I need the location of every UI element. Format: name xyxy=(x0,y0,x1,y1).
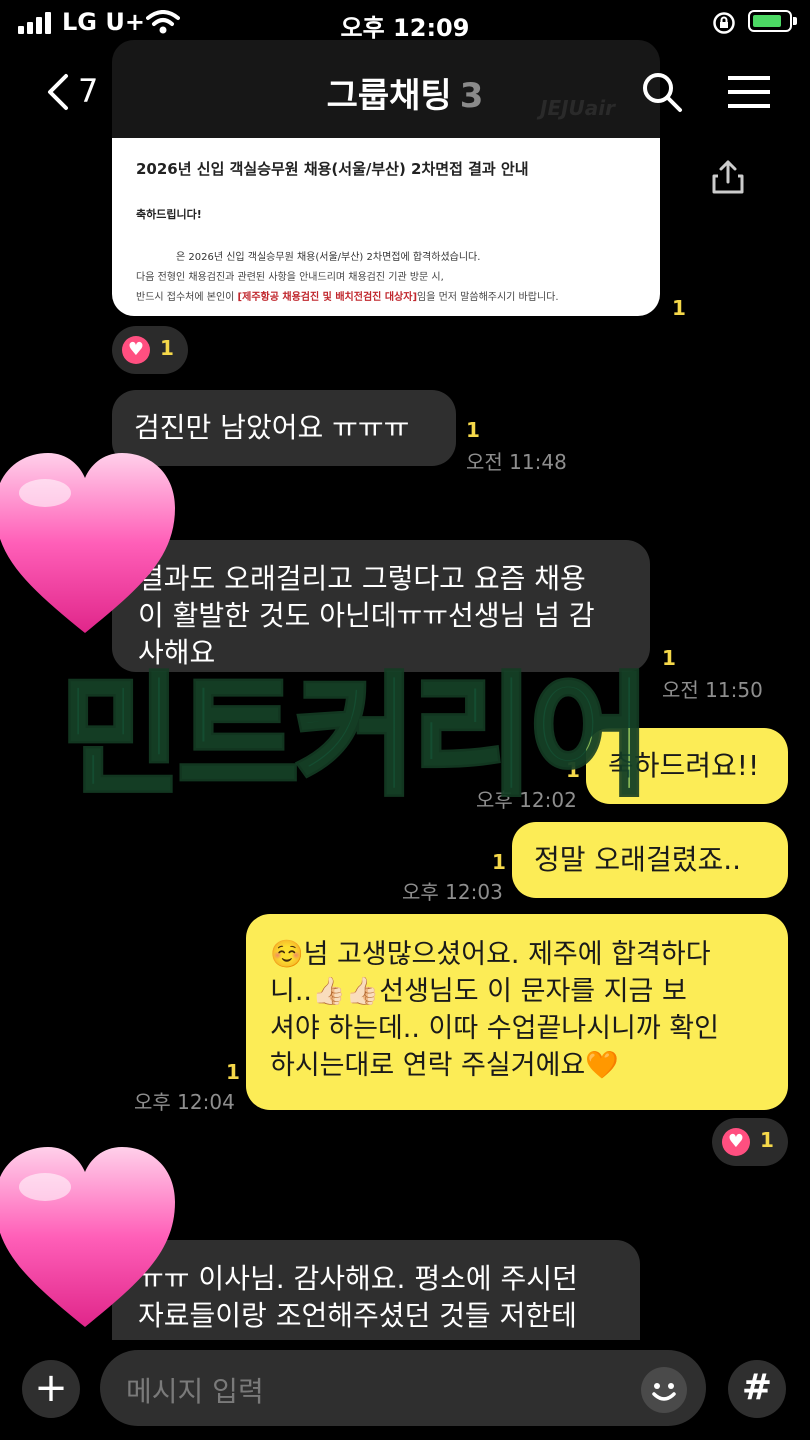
message-time: 오전 11:48 xyxy=(466,450,567,474)
unread-count: 1 xyxy=(492,850,506,874)
pink-heart-sticker-icon xyxy=(0,453,175,633)
message-input-placeholder: 메시지 입력 xyxy=(126,1375,264,1408)
heart-icon: ♥ xyxy=(122,336,150,364)
clock: 오후 12:09 xyxy=(340,14,470,42)
search-icon[interactable] xyxy=(640,70,684,114)
unread-count: 1 xyxy=(662,646,676,670)
member-count: 3 xyxy=(459,76,484,116)
plus-icon[interactable]: + xyxy=(22,1360,80,1418)
heart-icon: ♥ xyxy=(722,1128,750,1156)
share-icon[interactable] xyxy=(708,158,748,198)
message-input[interactable]: 메시지 입력 xyxy=(100,1350,706,1426)
outgoing-message[interactable]: ☺️넘 고생많으셨어요. 제주에 합격하다 니..👍🏻👍🏻선생님도 이 문자를 … xyxy=(246,914,788,1110)
message-time: 오후 12:03 xyxy=(402,880,503,904)
pink-heart-sticker-icon xyxy=(0,1147,175,1327)
hashtag-icon[interactable]: # xyxy=(728,1360,786,1418)
shared-image[interactable]: 2026년 신입 객실승무원 채용(서울/부산) 2차면접 결과 안내 축하드립… xyxy=(112,138,660,316)
reaction-count: 1 xyxy=(160,336,174,360)
unread-count: 1 xyxy=(226,1060,240,1084)
outgoing-message[interactable]: 정말 오래걸렸죠.. xyxy=(512,822,788,898)
emoji-icon[interactable] xyxy=(640,1366,688,1414)
doc-line: 반드시 접수처에 본인이 [제주항공 채용검진 및 배치전검진 대상자]임을 먼… xyxy=(136,292,559,303)
unread-count: 1 xyxy=(466,418,480,442)
unread-count: 1 xyxy=(672,296,686,320)
doc-line: 다음 전형인 채용검진과 관련된 사항을 안내드리며 채용검진 기관 방문 시, xyxy=(136,272,444,283)
incoming-message[interactable]: ㅠㅠ 이사님. 감사해요. 평소에 주시던 자료들이랑 조언해주셨던 것들 저한… xyxy=(112,1240,640,1350)
reaction-count: 1 xyxy=(760,1128,774,1152)
status-bar: LG U+ 오후 12:09 xyxy=(0,0,810,44)
doc-line: 은 2026년 신입 객실승무원 채용(서울/부산) 2차면접에 합격하셨습니다… xyxy=(176,252,481,263)
menu-icon[interactable] xyxy=(726,72,772,112)
doc-line: 축하드립니다! xyxy=(136,208,202,221)
message-time: 오전 11:50 xyxy=(662,678,763,702)
battery-icon xyxy=(748,10,797,32)
message-time: 오후 12:04 xyxy=(134,1090,235,1114)
orientation-lock-icon xyxy=(713,12,735,34)
reaction-badge[interactable]: ♥ 1 xyxy=(712,1118,788,1166)
watermark: 민트커리어 xyxy=(57,658,653,817)
chat-title: 그룹채팅 3 xyxy=(0,68,810,117)
chat-title-text: 그룹채팅 xyxy=(326,76,452,116)
doc-title: 2026년 신입 객실승무원 채용(서울/부산) 2차면접 결과 안내 xyxy=(136,160,529,178)
reaction-badge[interactable]: ♥ 1 xyxy=(112,326,188,374)
